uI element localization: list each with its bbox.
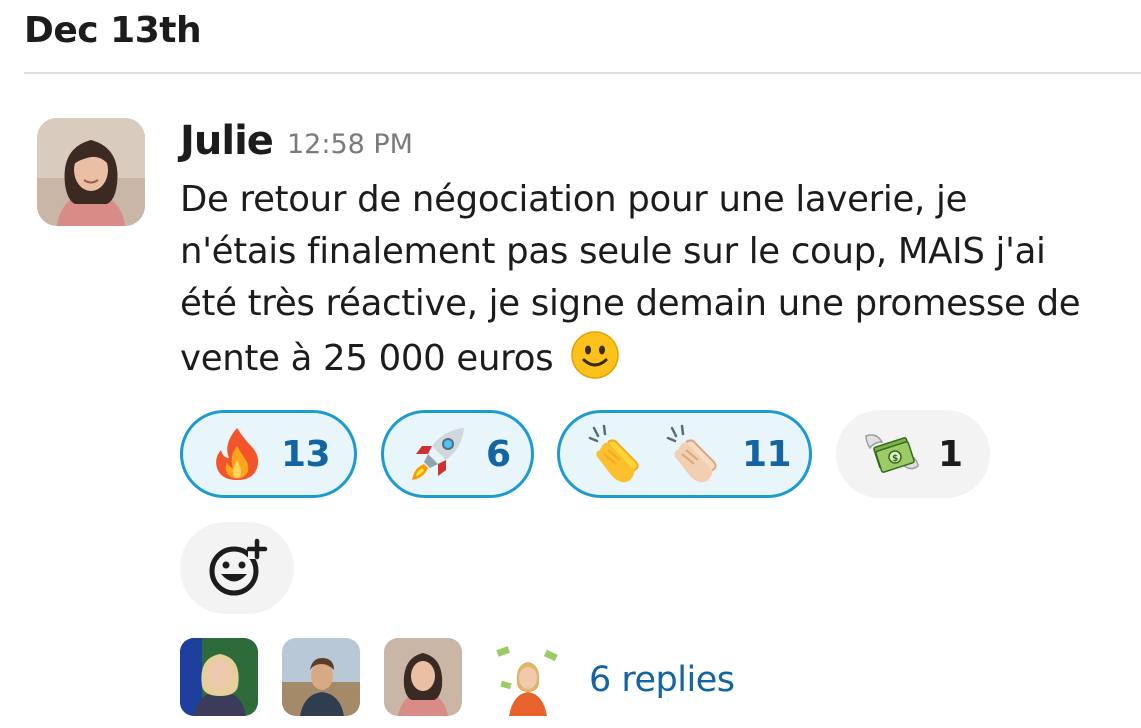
message-timestamp[interactable]: 12:58 PM [287,129,413,160]
date-divider-label[interactable]: Dec 13th [24,10,202,51]
reaction-clap[interactable]: 11 [557,410,812,498]
reply-avatar-3[interactable] [384,638,462,716]
add-reaction-button[interactable] [180,522,294,614]
sender-avatar[interactable] [37,118,145,226]
reply-avatar-2[interactable] [282,638,360,716]
message-text: De retour de négociation pour une laveri… [180,179,1081,379]
add-emoji-icon [209,538,268,596]
fire-icon [211,426,263,482]
reply-avatar-4[interactable] [489,638,567,716]
reply-avatar-1[interactable] [180,638,258,716]
thread-replies-link[interactable]: 6 replies [589,660,735,700]
money-with-wings-icon: $ [862,426,922,482]
clap-light-skin-tone-icon [666,424,722,484]
message-body: De retour de négociation pour une laveri… [180,174,1085,385]
rocket-icon [408,424,468,484]
slightly-smiling-face-icon [570,330,620,380]
reaction-count: 1 [938,433,963,475]
reaction-rocket[interactable]: 6 [381,410,534,498]
reaction-count: 13 [281,433,331,475]
sender-name[interactable]: Julie [180,118,274,164]
reaction-fire[interactable]: 13 [180,410,357,498]
svg-text:$: $ [892,454,898,464]
reaction-money-with-wings[interactable]: $ 1 [836,410,990,498]
date-divider-line [24,72,1141,74]
clap-icon [588,424,644,484]
reaction-count: 11 [742,433,792,475]
reaction-count: 6 [486,433,511,475]
